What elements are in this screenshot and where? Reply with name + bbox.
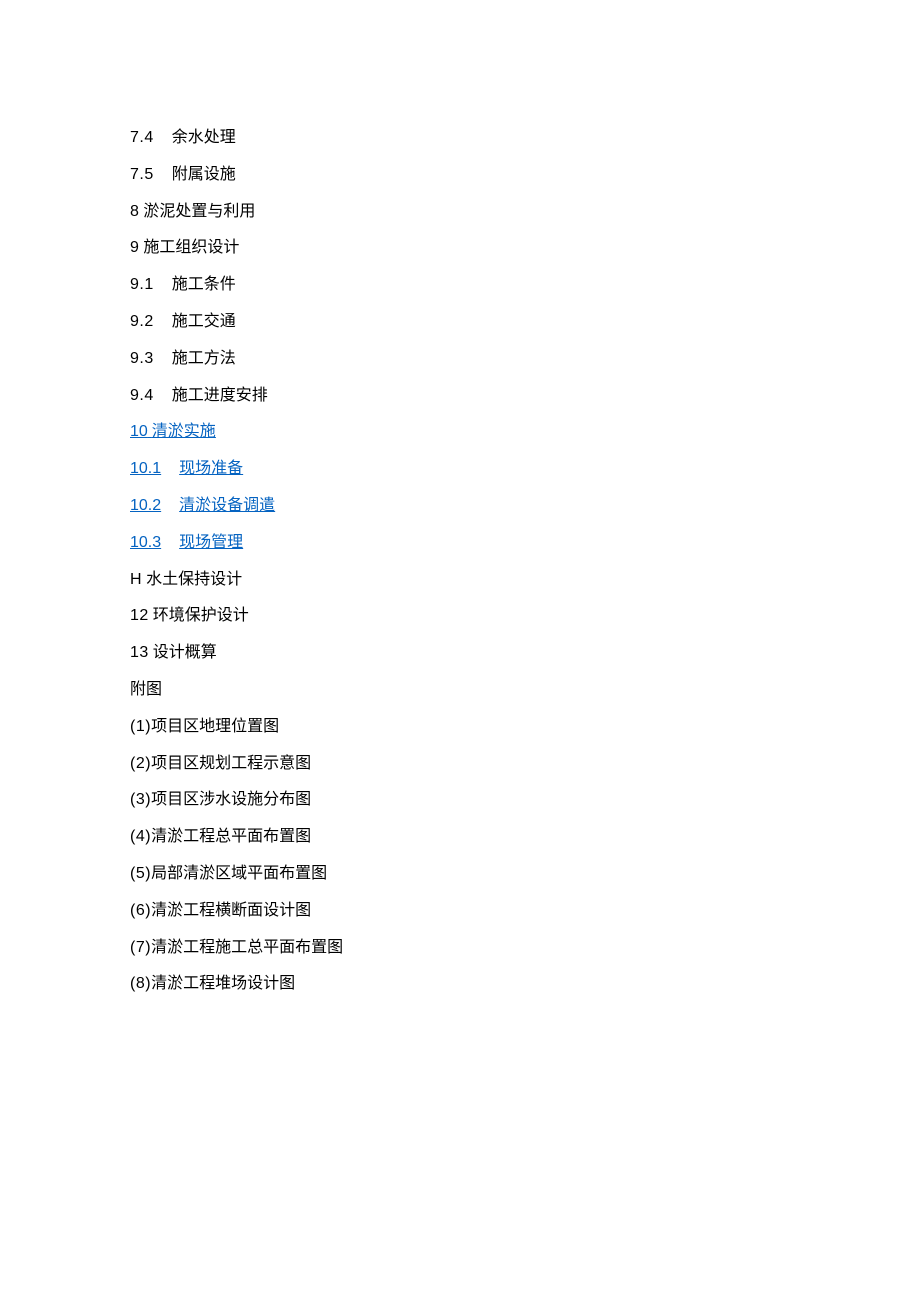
toc-text: 项目区涉水设施分布图 (151, 791, 311, 808)
toc-text: 清淤工程堆场设计图 (151, 975, 295, 992)
toc-number: (1) (130, 718, 151, 735)
toc-heading: 附图 (130, 681, 162, 698)
toc-link[interactable]: 10.2 清淤设备调遣 (130, 488, 790, 525)
toc-entry: 9.2 施工交通 (130, 304, 790, 341)
toc-text: 设计概算 (153, 644, 217, 661)
toc-entry: (1)项目区地理位置图 (130, 709, 790, 746)
toc-entry: 附图 (130, 672, 790, 709)
toc-entry: (2)项目区规划工程示意图 (130, 746, 790, 783)
toc-text[interactable]: 现场准备 (179, 460, 243, 477)
toc-entry: 9.3 施工方法 (130, 341, 790, 378)
toc-entry: 12 环境保护设计 (130, 598, 790, 635)
toc-entry: (4)清淤工程总平面布置图 (130, 819, 790, 856)
toc-text: 清淤工程总平面布置图 (151, 828, 311, 845)
toc-number: (5) (130, 865, 151, 882)
toc-entry: 13 设计概算 (130, 635, 790, 672)
toc-number: (8) (130, 975, 151, 992)
toc-text: 环境保护设计 (153, 607, 249, 624)
toc-text[interactable]: 清淤设备调遣 (179, 497, 275, 514)
toc-text[interactable]: 清淤实施 (152, 423, 216, 440)
toc-number: H (130, 571, 142, 588)
toc-number: (4) (130, 828, 151, 845)
toc-text: 清淤工程横断面设计图 (151, 902, 311, 919)
toc-entry: 8 淤泥处置与利用 (130, 194, 790, 231)
toc-entry: (6)清淤工程横断面设计图 (130, 893, 790, 930)
toc-text: 局部清淤区域平面布置图 (151, 865, 327, 882)
toc-entry: (5)局部清淤区域平面布置图 (130, 856, 790, 893)
toc-text: 淤泥处置与利用 (143, 203, 255, 220)
toc-entry: 9 施工组织设计 (130, 230, 790, 267)
toc-entry: 7.4 余水处理 (130, 120, 790, 157)
toc-number: 9.2 (130, 313, 154, 330)
toc-text: 项目区规划工程示意图 (151, 755, 311, 772)
toc-number[interactable]: 10.3 (130, 534, 161, 551)
toc-text: 施工交通 (172, 313, 236, 330)
toc-entry: 9.4 施工进度安排 (130, 378, 790, 415)
toc-number: (2) (130, 755, 151, 772)
toc-text: 清淤工程施工总平面布置图 (151, 939, 343, 956)
toc-text: 余水处理 (172, 129, 236, 146)
toc-text: 附属设施 (172, 166, 236, 183)
toc-entry: H 水土保持设计 (130, 562, 790, 599)
toc-number: 8 (130, 203, 139, 220)
toc-number: 9.1 (130, 276, 154, 293)
toc-entry: (8)清淤工程堆场设计图 (130, 966, 790, 1003)
toc-link[interactable]: 10.1 现场准备 (130, 451, 790, 488)
toc-number: 9.3 (130, 350, 154, 367)
toc-entry: (7)清淤工程施工总平面布置图 (130, 930, 790, 967)
toc-link[interactable]: 10.3 现场管理 (130, 525, 790, 562)
toc-number: 7.5 (130, 166, 154, 183)
toc-entry: 9.1 施工条件 (130, 267, 790, 304)
toc-entry: (3)项目区涉水设施分布图 (130, 782, 790, 819)
toc-entry: 7.5 附属设施 (130, 157, 790, 194)
toc-text: 项目区地理位置图 (151, 718, 279, 735)
toc-text: 施工方法 (172, 350, 236, 367)
toc-number: 13 (130, 644, 149, 661)
toc-number: (6) (130, 902, 151, 919)
toc-number: 9 (130, 239, 139, 256)
toc-number: 12 (130, 607, 149, 624)
toc-number: 9.4 (130, 387, 154, 404)
toc-text[interactable]: 现场管理 (179, 534, 243, 551)
toc-link[interactable]: 10 清淤实施 (130, 414, 790, 451)
toc-text: 施工组织设计 (143, 239, 239, 256)
toc-number: (3) (130, 791, 151, 808)
toc-number[interactable]: 10.1 (130, 460, 161, 477)
toc-number: 7.4 (130, 129, 154, 146)
toc-container: 7.4余水处理7.5附属设施8 淤泥处置与利用9 施工组织设计9.1施工条件9.… (130, 120, 790, 1003)
toc-text: 施工进度安排 (172, 387, 268, 404)
toc-number: (7) (130, 939, 151, 956)
toc-number[interactable]: 10.2 (130, 497, 161, 514)
toc-text: 水土保持设计 (146, 571, 242, 588)
toc-number[interactable]: 10 (130, 423, 148, 440)
toc-text: 施工条件 (172, 276, 236, 293)
